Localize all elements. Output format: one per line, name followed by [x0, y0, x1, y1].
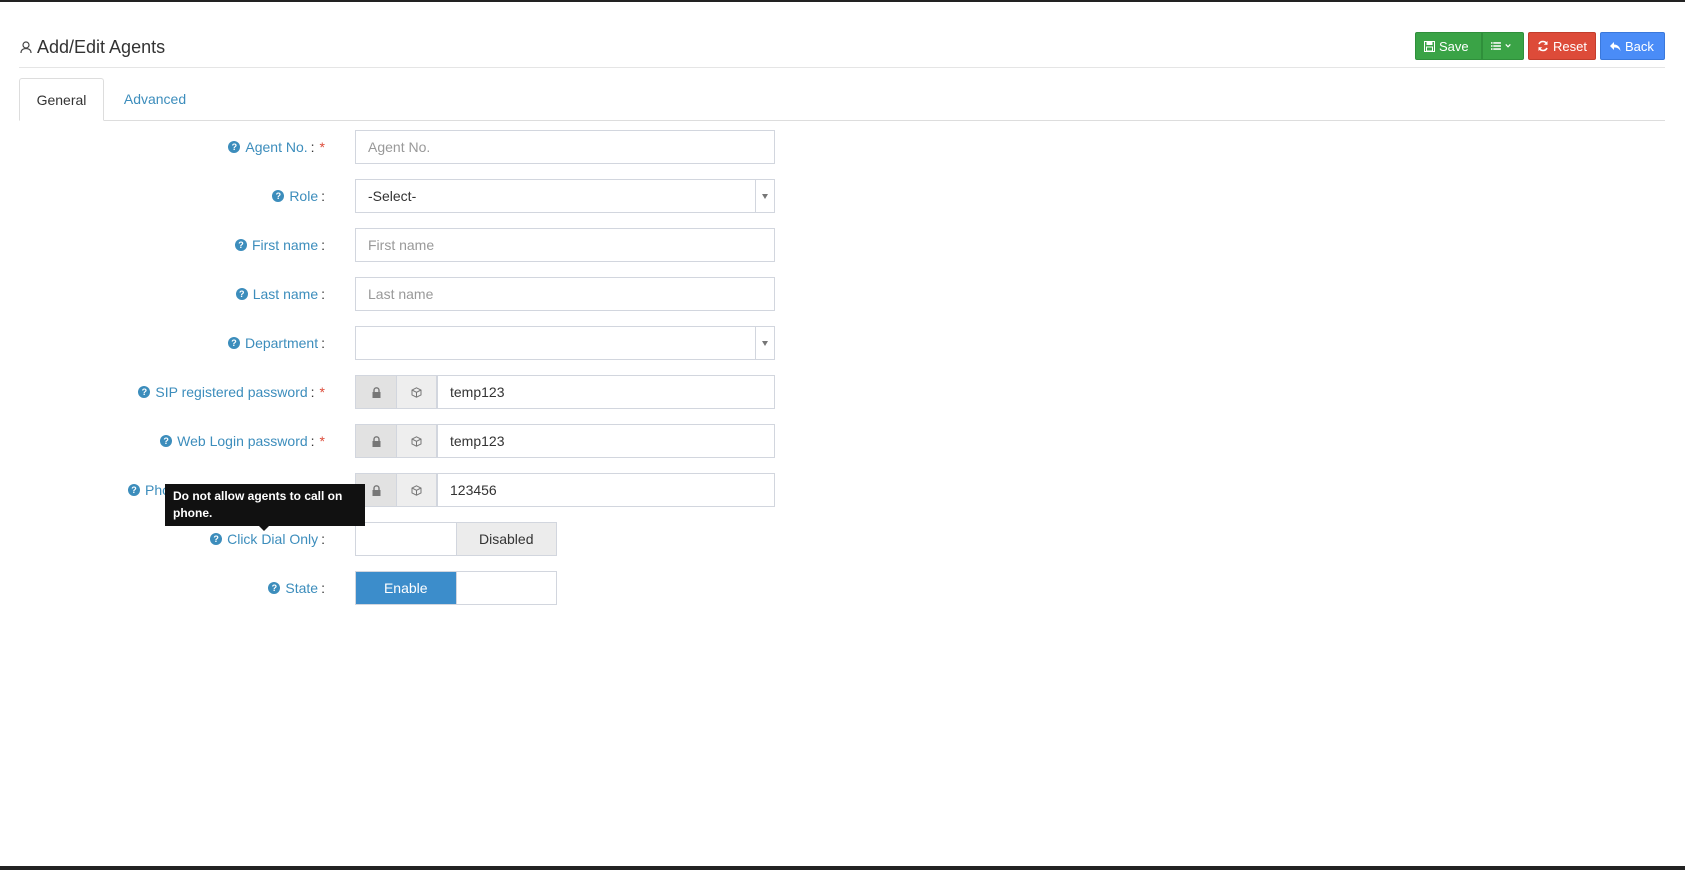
help-icon[interactable]: ?: [138, 386, 151, 398]
department-label: ? Department :: [227, 326, 325, 360]
save-button[interactable]: Save: [1415, 32, 1482, 60]
department-row: ? Department :: [0, 326, 1685, 360]
department-select[interactable]: [355, 326, 775, 360]
sip-password-row: ? SIP registered password : *: [0, 375, 1685, 409]
click-dial-only-row: ? Click Dial Only : Disabled: [0, 522, 1685, 556]
tooltip-text: Do not allow agents to call on phone.: [173, 489, 343, 520]
reset-button-label: Reset: [1553, 38, 1587, 54]
toggle-handle[interactable]: [356, 523, 456, 555]
role-select[interactable]: -Select-: [355, 179, 775, 213]
back-button-label: Back: [1625, 38, 1654, 54]
agent-icon: [20, 41, 32, 54]
state-label: ? State :: [268, 571, 325, 605]
save-button-label: Save: [1439, 38, 1469, 54]
cube-icon[interactable]: [397, 473, 437, 507]
state-toggle[interactable]: Enable: [355, 571, 557, 605]
tab-general[interactable]: General: [19, 78, 104, 121]
help-icon[interactable]: ?: [160, 435, 173, 447]
lock-icon[interactable]: [355, 375, 397, 409]
help-icon[interactable]: ?: [272, 190, 285, 202]
toolbar: Save Reset Back: [1415, 32, 1665, 60]
help-icon[interactable]: ?: [234, 239, 247, 251]
last-name-row: ? Last name :: [0, 277, 1685, 311]
click-dial-only-toggle[interactable]: Disabled: [355, 522, 557, 556]
tooltip-arrow: [259, 526, 269, 531]
required-mark: *: [319, 139, 325, 155]
sip-password-label: ? SIP registered password : *: [138, 375, 325, 409]
dropdown-arrow-icon[interactable]: [755, 180, 774, 212]
agent-no-row: ? Agent No. : *: [0, 130, 1685, 164]
back-button[interactable]: Back: [1600, 32, 1665, 60]
agent-no-input[interactable]: [355, 130, 775, 164]
agent-no-label: ? Agent No. : *: [228, 130, 325, 164]
role-select-value: -Select-: [368, 188, 417, 204]
window-top-border: [0, 0, 1685, 2]
cube-icon[interactable]: [397, 375, 437, 409]
dropdown-arrow-icon[interactable]: [755, 327, 774, 359]
web-password-label: ? Web Login password : *: [160, 424, 325, 458]
required-mark: *: [319, 384, 325, 400]
list-icon: [1491, 42, 1501, 50]
sip-password-input[interactable]: [437, 375, 775, 409]
required-mark: *: [319, 433, 325, 449]
reply-icon: [1610, 41, 1621, 51]
role-label: ? Role :: [272, 179, 325, 213]
page-title: Add/Edit Agents: [19, 36, 165, 58]
role-row: ? Role : -Select-: [0, 179, 1685, 213]
refresh-icon: [1538, 40, 1548, 52]
toggle-handle[interactable]: [455, 572, 556, 604]
help-icon[interactable]: ?: [235, 288, 248, 300]
toggle-state-label: Enable: [356, 572, 456, 604]
help-icon[interactable]: ?: [210, 533, 223, 545]
first-name-input[interactable]: [355, 228, 775, 262]
header-divider: [19, 67, 1665, 68]
phone-password-label: ? Pho: [128, 473, 170, 507]
tab-bar: General Advanced: [19, 78, 1665, 121]
tooltip: Do not allow agents to call on phone.: [165, 484, 365, 531]
first-name-row: ? First name :: [0, 228, 1685, 262]
window-bottom-border: [0, 866, 1685, 870]
help-icon[interactable]: ?: [268, 582, 281, 594]
help-icon[interactable]: ?: [128, 484, 140, 496]
first-name-label: ? First name :: [234, 228, 325, 262]
reset-button[interactable]: Reset: [1528, 32, 1596, 60]
state-row: ? State : Enable: [0, 571, 1685, 605]
web-password-input[interactable]: [437, 424, 775, 458]
last-name-label: ? Last name :: [235, 277, 325, 311]
help-icon[interactable]: ?: [228, 141, 241, 153]
list-dropdown-button[interactable]: [1482, 32, 1524, 60]
help-icon[interactable]: ?: [227, 337, 240, 349]
last-name-input[interactable]: [355, 277, 775, 311]
web-password-row: ? Web Login password : *: [0, 424, 1685, 458]
cube-icon[interactable]: [397, 424, 437, 458]
page-title-text: Add/Edit Agents: [37, 36, 166, 57]
lock-icon[interactable]: [355, 424, 397, 458]
toggle-state-label: Disabled: [455, 523, 556, 555]
chevron-down-icon: [1505, 44, 1511, 48]
floppy-icon: [1424, 40, 1435, 52]
phone-password-input[interactable]: [437, 473, 775, 507]
tab-advanced[interactable]: Advanced: [105, 78, 205, 120]
